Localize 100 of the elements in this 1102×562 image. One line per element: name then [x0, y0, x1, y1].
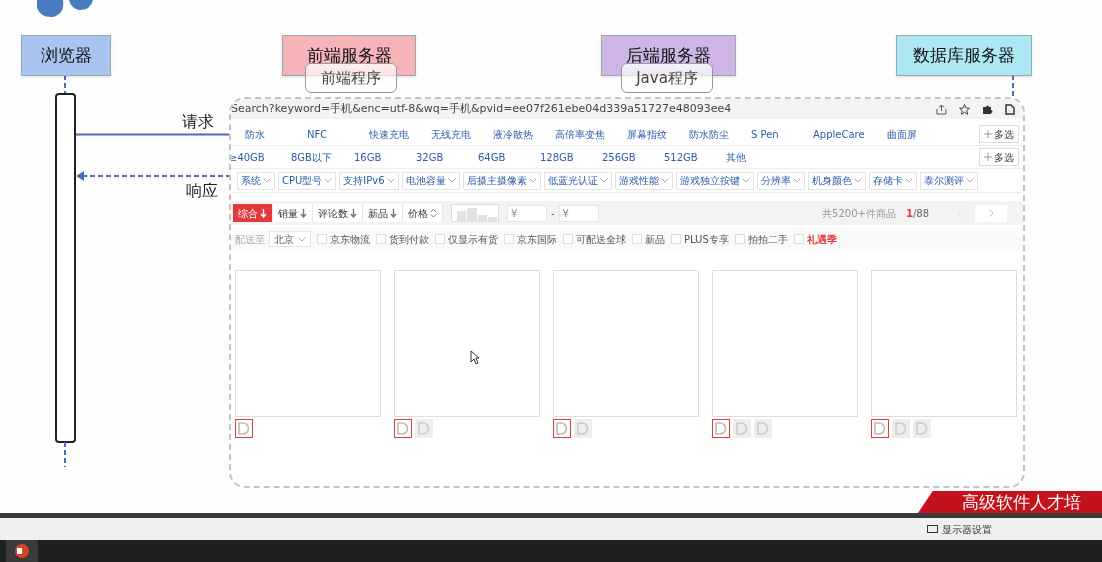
filter-dropdown[interactable]: CPU型号 — [278, 171, 337, 190]
filter-dropdown[interactable]: 分辨率 — [756, 171, 805, 190]
filter-dropdown[interactable]: 存储卡 — [868, 171, 917, 190]
filter-dropdown[interactable]: 后摄主摄像素 — [462, 171, 541, 190]
option-label[interactable]: 拍拍二手 — [747, 231, 788, 247]
checkbox[interactable] — [504, 234, 514, 244]
share-icon — [936, 103, 947, 115]
multi-select-button[interactable]: 多选 — [979, 125, 1019, 143]
product-image-placeholder[interactable] — [235, 270, 381, 417]
checkbox[interactable] — [793, 234, 804, 244]
sort-tab[interactable]: 新品 — [363, 204, 403, 222]
dropdown-label: 电池容量 — [405, 174, 446, 188]
filter-dropdown[interactable]: 机身颜色 — [807, 171, 866, 190]
filter-dropdown[interactable]: 支持IPv6 — [339, 171, 399, 190]
chevron-down-icon — [965, 178, 974, 183]
chevron-down-icon — [599, 178, 608, 183]
price-placeholder: ¥ — [562, 206, 569, 221]
option-label[interactable]: 京东物流 — [330, 231, 370, 247]
puzzle-icon — [982, 103, 993, 115]
checkbox[interactable] — [376, 234, 386, 244]
filter-option[interactable]: 32GB — [416, 149, 456, 165]
filter-option[interactable]: 防水 — [245, 126, 285, 142]
filter-option[interactable]: 128GB — [540, 149, 580, 165]
filter-option[interactable]: 无线充电 — [431, 126, 471, 142]
multi-select-button[interactable]: 多选 — [979, 148, 1019, 166]
price-field[interactable]: ¥ — [507, 204, 547, 222]
powerpoint-taskbar-icon[interactable] — [6, 540, 38, 562]
filter-option[interactable]: 高倍率变焦 — [555, 126, 605, 142]
sort-tab[interactable]: 价格 — [403, 204, 443, 222]
filter-option[interactable]: 屏幕指纹 — [627, 126, 667, 142]
filter-option[interactable]: 64GB — [478, 149, 518, 165]
filter-dropdown[interactable]: 泰尔测评 — [919, 171, 978, 190]
lifeline-box: 数据库服务器 — [896, 35, 1032, 76]
chevron-down-icon — [298, 236, 306, 242]
chevron-down-icon — [904, 178, 913, 183]
page-icon — [1005, 103, 1015, 115]
filter-dropdown[interactable]: 低蓝光认证 — [543, 171, 612, 190]
option-label[interactable]: 新品 — [645, 231, 665, 247]
lifeline-box: 浏览器 — [21, 35, 111, 76]
price-field[interactable]: ¥ — [558, 204, 599, 222]
filter-option[interactable]: 8GB以下 — [291, 149, 332, 165]
tag-icon — [394, 419, 412, 438]
filter-option[interactable]: 256GB — [602, 149, 642, 165]
lifeline-drawing — [1011, 75, 1015, 97]
down-arrow-icon — [300, 208, 307, 218]
option-label[interactable]: 仅显示有货 — [448, 231, 498, 247]
product-image-placeholder[interactable] — [394, 270, 540, 417]
sort-tab[interactable]: 综合 — [233, 204, 273, 222]
dropdown-label: 后摄主摄像素 — [466, 174, 527, 188]
chevron-down-icon — [324, 178, 333, 183]
down-arrow-icon — [260, 208, 267, 218]
checkbox[interactable] — [671, 234, 681, 244]
option-label[interactable]: 京东国际 — [517, 231, 557, 247]
chevron-down-icon — [528, 178, 537, 183]
option-label[interactable]: 礼遇季 — [806, 231, 837, 247]
plus-icon — [984, 153, 992, 161]
city-dropdown[interactable]: 北京 — [269, 231, 311, 247]
down-arrow-icon — [390, 208, 397, 218]
product-image-placeholder[interactable] — [871, 270, 1017, 417]
filter-dropdown[interactable]: 游戏性能 — [614, 171, 673, 190]
checkbox[interactable] — [435, 234, 445, 244]
star-icon — [959, 103, 970, 115]
price-histogram-icon — [451, 204, 499, 222]
filter-option[interactable]: NFC — [307, 126, 347, 142]
filter-option[interactable]: 512GB — [664, 149, 704, 165]
checkbox[interactable] — [632, 234, 642, 244]
filter-option[interactable]: 快速充电 — [369, 126, 409, 142]
sort-tab[interactable]: 评论数 — [313, 204, 363, 222]
tag-icon — [913, 419, 931, 438]
down-arrow-icon — [350, 208, 357, 218]
status-text[interactable]: 显示器设置 — [942, 521, 992, 537]
option-label[interactable]: 可配送全球 — [576, 231, 626, 247]
filter-option[interactable]: 16GB — [354, 149, 394, 165]
filter-option[interactable]: S Pen — [751, 126, 791, 142]
tag-icon — [871, 419, 889, 438]
checkbox[interactable] — [317, 234, 327, 244]
filter-option[interactable]: AppleCare — [813, 126, 865, 142]
filter-dropdown[interactable]: 系统 — [237, 171, 275, 190]
filter-option[interactable]: 液冷散热 — [493, 126, 533, 142]
dropdown-label: 系统 — [241, 174, 261, 188]
chevron-down-icon — [853, 178, 862, 183]
sort-tab[interactable]: 销量 — [273, 204, 313, 222]
filter-option[interactable]: 曲面屏 — [886, 126, 927, 142]
tag-icon — [712, 419, 730, 438]
product-image-placeholder[interactable] — [712, 270, 858, 417]
option-label[interactable]: 货到付款 — [389, 231, 429, 247]
filter-option[interactable]: 其他 — [726, 149, 766, 165]
checkbox[interactable] — [734, 234, 745, 244]
sort-arrows-icon — [430, 208, 437, 218]
checkbox[interactable] — [563, 234, 573, 244]
option-label[interactable]: PLUS专享 — [684, 231, 729, 247]
dropdown-label: 游戏独立按键 — [679, 174, 740, 188]
message-label: 请求 — [182, 111, 214, 133]
tag-icon — [892, 419, 910, 438]
filter-dropdown[interactable]: 电池容量 — [401, 171, 460, 190]
product-image-placeholder[interactable] — [553, 270, 699, 417]
next-page-button[interactable] — [975, 204, 1007, 222]
filter-dropdown[interactable]: 游戏独立按键 — [675, 171, 754, 190]
tag-icon — [235, 419, 253, 438]
filter-option[interactable]: 防水防尘 — [689, 126, 729, 142]
